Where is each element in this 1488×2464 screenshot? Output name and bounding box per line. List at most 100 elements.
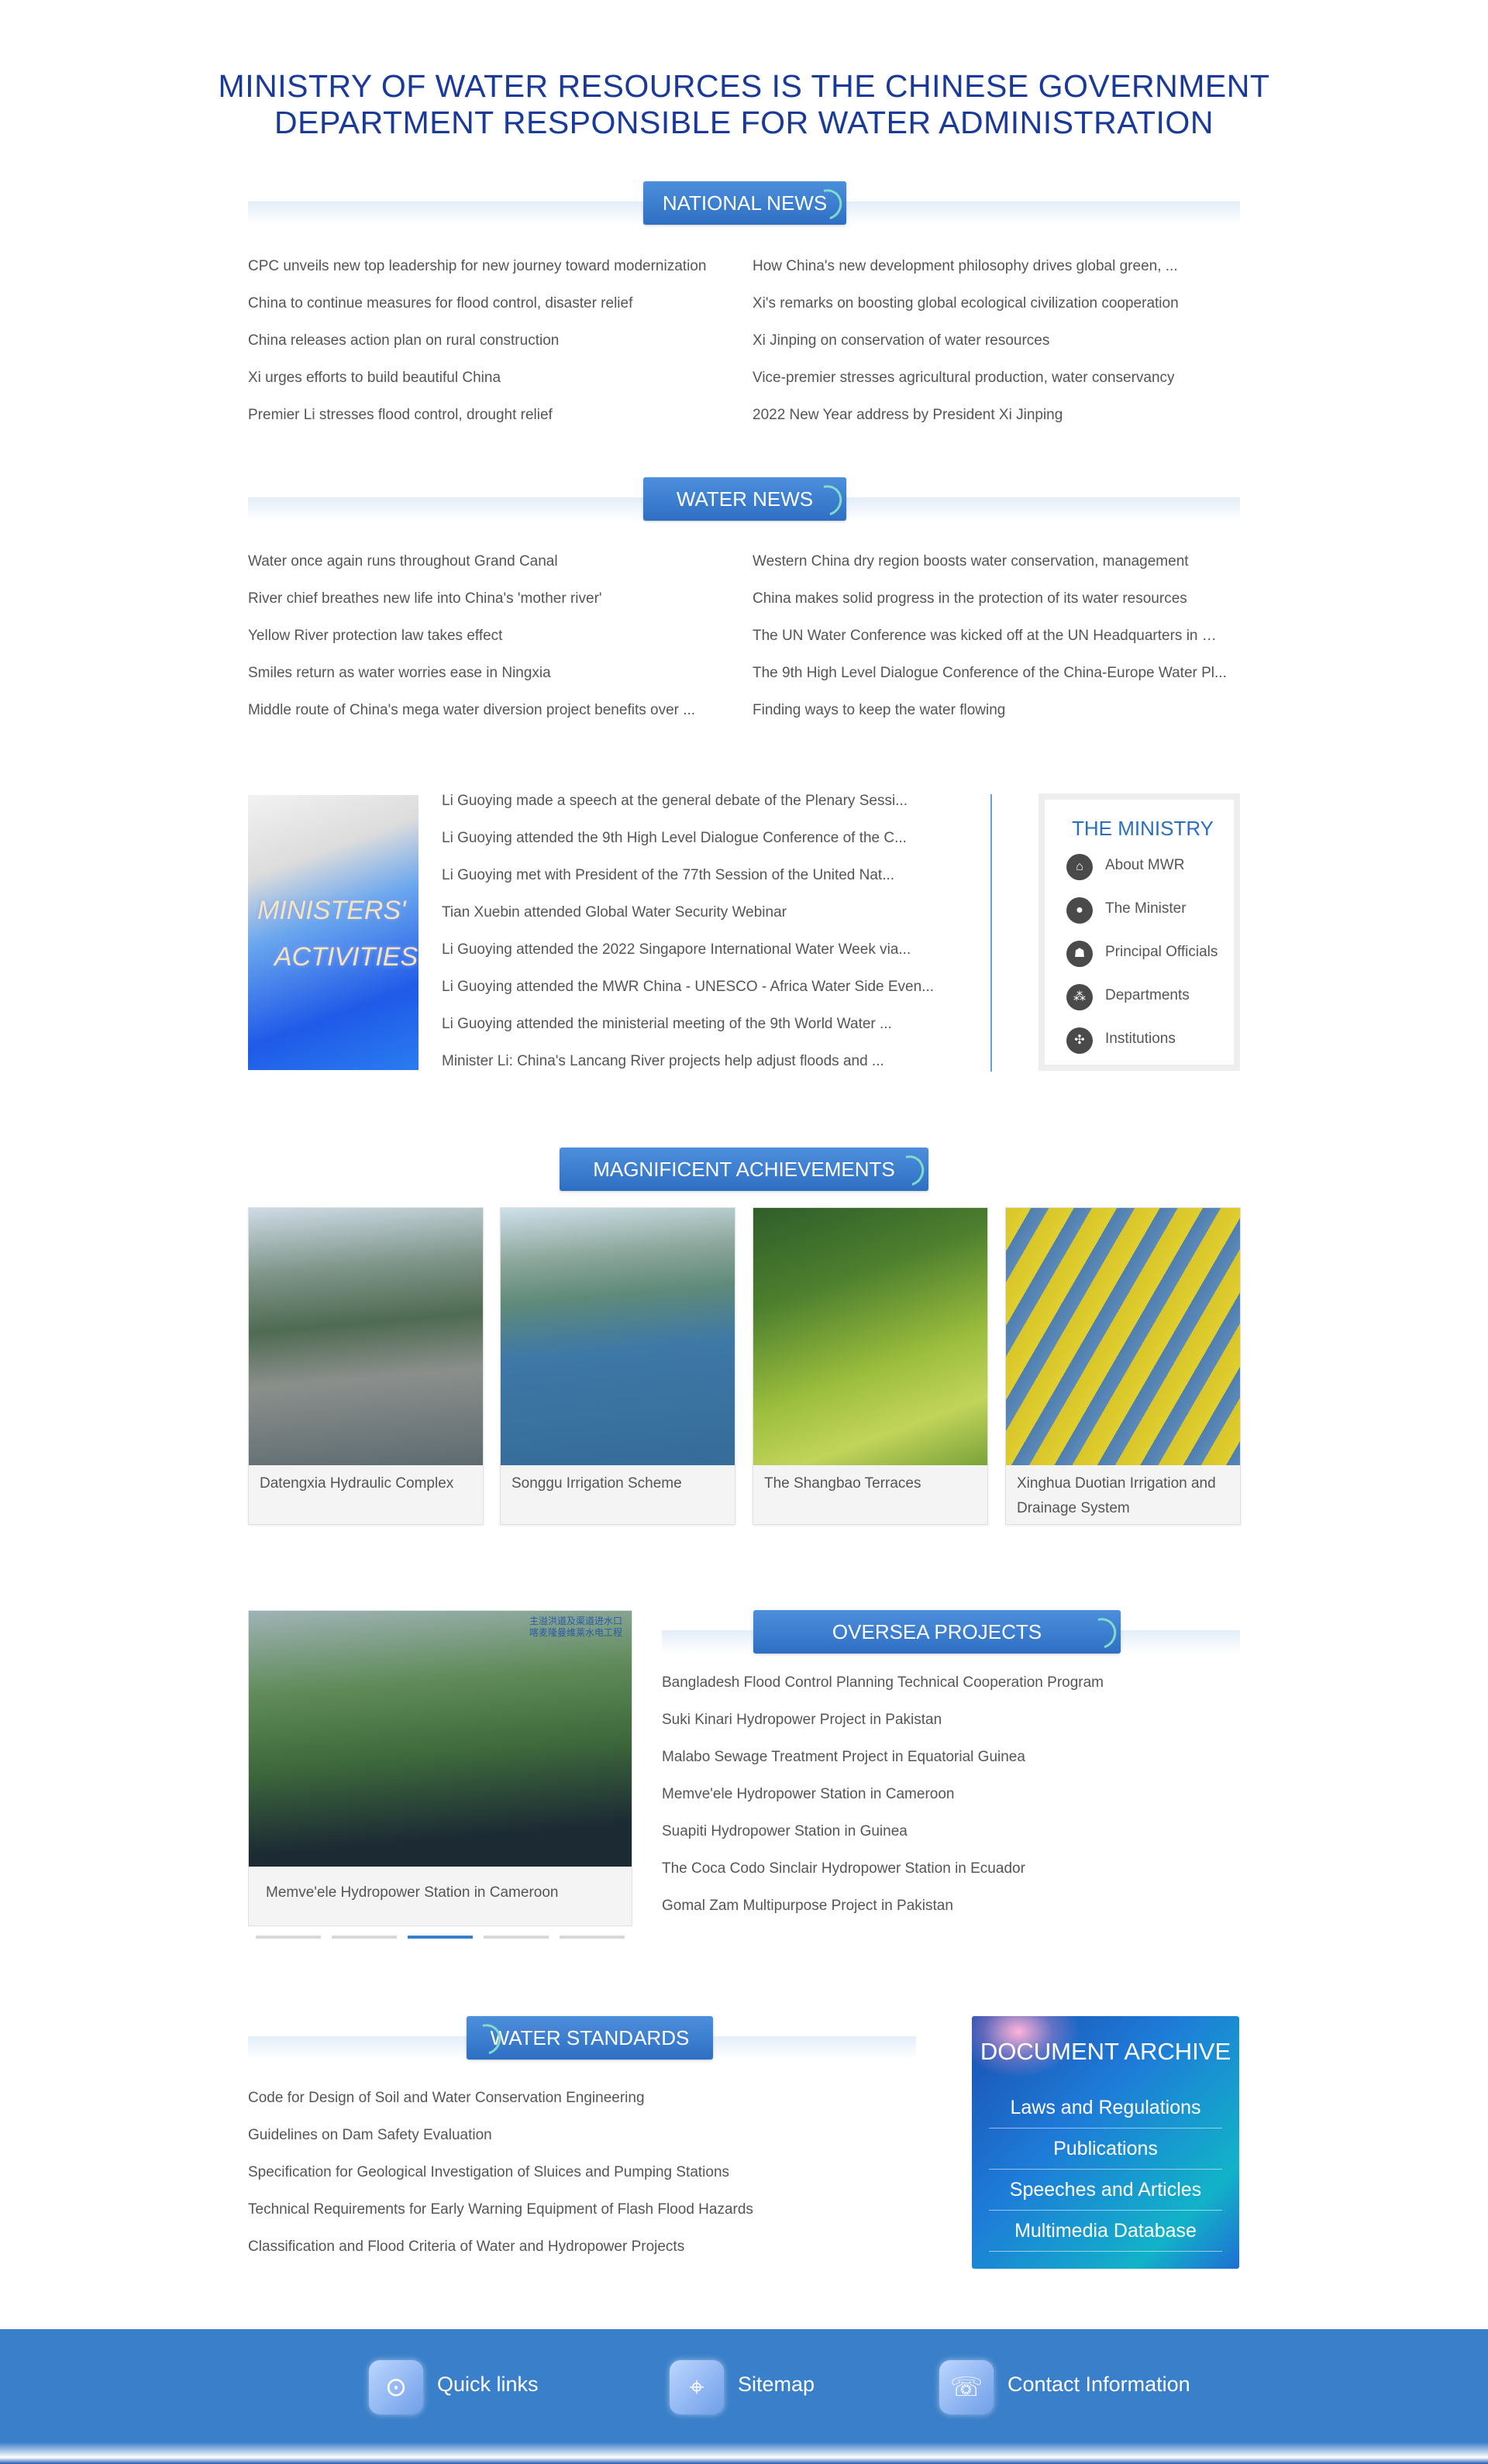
- achievement-card[interactable]: Datengxia Hydraulic Complex: [248, 1207, 484, 1525]
- standard-link[interactable]: Code for Design of Soil and Water Conser…: [248, 2087, 914, 2125]
- archive-link-multimedia[interactable]: Multimedia Database: [989, 2211, 1222, 2252]
- ministers-activities-banner[interactable]: MINISTERS' ACTIVITIES: [248, 795, 418, 1070]
- slide-indicator[interactable]: [332, 1936, 397, 1939]
- news-link[interactable]: China makes solid progress in the protec…: [753, 588, 1227, 625]
- the-ministry-panel: THE MINISTRY ⌂ About MWR ● The Minister …: [1038, 793, 1240, 1071]
- oversea-header: OVERSEA PROJECTS: [662, 1610, 1240, 1657]
- news-link[interactable]: Xi urges efforts to build beautiful Chin…: [248, 367, 722, 404]
- news-link[interactable]: How China's new development philosophy d…: [753, 256, 1227, 293]
- standard-link[interactable]: Classification and Flood Criteria of Wat…: [248, 2236, 914, 2273]
- phone-icon: ☏: [939, 2360, 994, 2414]
- divider: [990, 794, 992, 1072]
- ministry-link-label: The Minister: [1105, 900, 1187, 917]
- activity-link[interactable]: Li Guoying made a speech at the general …: [442, 790, 938, 828]
- oversea-badge[interactable]: OVERSEA PROJECTS: [753, 1610, 1122, 1654]
- archive-link-publications[interactable]: Publications: [989, 2128, 1222, 2170]
- slide-indicator-active[interactable]: [408, 1936, 473, 1939]
- footer-sitemap[interactable]: ⌖ Sitemap: [670, 2360, 832, 2418]
- network-icon: ✣: [1066, 1027, 1093, 1054]
- news-link[interactable]: The UN Water Conference was kicked off a…: [753, 625, 1227, 662]
- national-news-badge[interactable]: NATIONAL NEWS: [643, 181, 848, 225]
- achievements-badge[interactable]: MAGNIFICENT ACHIEVEMENTS: [560, 1148, 930, 1192]
- achievement-caption: Xinghua Duotian Irrigation and Drainage …: [1017, 1475, 1216, 1516]
- news-link[interactable]: Xi Jinping on conservation of water reso…: [753, 330, 1227, 367]
- swoosh-icon: [806, 184, 848, 225]
- activity-link[interactable]: Li Guoying attended the ministerial meet…: [442, 1013, 938, 1051]
- achievement-caption: Songgu Irrigation Scheme: [512, 1475, 682, 1492]
- project-link[interactable]: Malabo Sewage Treatment Project in Equat…: [662, 1746, 1240, 1784]
- footer-label: Sitemap: [738, 2373, 815, 2396]
- news-link[interactable]: Water once again runs throughout Grand C…: [248, 551, 722, 588]
- news-link[interactable]: Smiles return as water worries ease in N…: [248, 662, 722, 700]
- news-link[interactable]: Vice-premier stresses agricultural produ…: [753, 367, 1227, 404]
- slide-indicator[interactable]: [256, 1936, 321, 1939]
- ministry-link-label: Institutions: [1105, 1031, 1176, 1047]
- news-link[interactable]: Premier Li stresses flood control, droug…: [248, 404, 722, 442]
- oversea-slide-photo: 主溢洪道及渠道进水口 喀麦隆曼维莱水电工程: [249, 1611, 632, 1867]
- document-archive-panel: DOCUMENT ARCHIVE Laws and Regulations Pu…: [972, 2016, 1239, 2269]
- archive-link-laws[interactable]: Laws and Regulations: [989, 2087, 1222, 2128]
- project-link[interactable]: Bangladesh Flood Control Planning Techni…: [662, 1672, 1240, 1709]
- water-news-right-list: Western China dry region boosts water co…: [753, 551, 1227, 737]
- achievement-card[interactable]: Xinghua Duotian Irrigation and Drainage …: [1005, 1207, 1241, 1525]
- page-title-line-1: MINISTRY OF WATER RESOURCES IS THE CHINE…: [218, 68, 1270, 104]
- national-news-right-list: How China's new development philosophy d…: [753, 256, 1227, 442]
- national-news-header: NATIONAL NEWS: [248, 181, 1240, 228]
- activity-link[interactable]: Li Guoying met with President of the 77t…: [442, 865, 938, 902]
- map-pin-icon: ⌖: [670, 2360, 724, 2414]
- activity-link[interactable]: Li Guoying attended the 9th High Level D…: [442, 828, 938, 865]
- standard-link[interactable]: Technical Requirements for Early Warning…: [248, 2199, 914, 2236]
- activity-link[interactable]: Li Guoying attended the 2022 Singapore I…: [442, 939, 938, 976]
- project-link[interactable]: The Coca Codo Sinclair Hydropower Statio…: [662, 1858, 1240, 1895]
- news-link[interactable]: CPC unveils new top leadership for new j…: [248, 256, 722, 293]
- page-title: MINISTRY OF WATER RESOURCES IS THE CHINE…: [0, 68, 1488, 141]
- project-link[interactable]: Suki Kinari Hydropower Project in Pakist…: [662, 1709, 1240, 1746]
- slide-indicator[interactable]: [484, 1936, 549, 1939]
- achievement-photo: [753, 1208, 987, 1465]
- slide-indicator[interactable]: [560, 1936, 625, 1939]
- oversea-slide-tag-line-1: 主溢洪道及渠道进水口: [529, 1616, 622, 1626]
- oversea-label: OVERSEA PROJECTS: [832, 1620, 1042, 1643]
- achievement-caption: Datengxia Hydraulic Complex: [260, 1475, 454, 1492]
- news-link[interactable]: The 9th High Level Dialogue Conference o…: [753, 662, 1227, 700]
- project-link[interactable]: Memve'ele Hydropower Station in Cameroon: [662, 1784, 1240, 1821]
- news-link[interactable]: 2022 New Year address by President Xi Ji…: [753, 404, 1227, 442]
- oversea-projects-list: Bangladesh Flood Control Planning Techni…: [662, 1672, 1240, 1932]
- activity-link[interactable]: Tian Xuebin attended Global Water Securi…: [442, 902, 938, 939]
- news-link[interactable]: China to continue measures for flood con…: [248, 293, 722, 330]
- swoosh-icon: [465, 2018, 507, 2060]
- project-link[interactable]: Suapiti Hydropower Station in Guinea: [662, 1821, 1240, 1858]
- standard-link[interactable]: Guidelines on Dam Safety Evaluation: [248, 2125, 914, 2162]
- news-link[interactable]: River chief breathes new life into China…: [248, 588, 722, 625]
- activity-link[interactable]: Li Guoying attended the MWR China - UNES…: [442, 976, 938, 1013]
- ministry-link-label: About MWR: [1105, 857, 1185, 873]
- group-icon: ☗: [1066, 941, 1093, 967]
- activity-link[interactable]: Minister Li: China's Lancang River proje…: [442, 1051, 938, 1088]
- footer: ⊙ Quick links ⌖ Sitemap ☏ Contact Inform…: [0, 2329, 1488, 2464]
- ministry-link-label: Departments: [1105, 987, 1190, 1003]
- swoosh-icon: [888, 1150, 930, 1192]
- national-news-label: NATIONAL NEWS: [662, 191, 828, 215]
- page-title-line-2: DEPARTMENT RESPONSIBLE FOR WATER ADMINIS…: [274, 105, 1214, 140]
- news-link[interactable]: Yellow River protection law takes effect: [248, 625, 722, 662]
- water-news-badge[interactable]: WATER NEWS: [643, 477, 848, 521]
- news-link[interactable]: Middle route of China's mega water diver…: [248, 700, 722, 737]
- footer-contact[interactable]: ☏ Contact Information: [939, 2360, 1218, 2418]
- standards-badge[interactable]: WATER STANDARDS: [465, 2016, 713, 2060]
- achievement-card[interactable]: Songgu Irrigation Scheme: [500, 1207, 735, 1525]
- water-news-label: WATER NEWS: [676, 487, 814, 511]
- achievement-photo: [1006, 1208, 1240, 1465]
- achievement-card[interactable]: The Shangbao Terraces: [753, 1207, 988, 1525]
- news-link[interactable]: China releases action plan on rural cons…: [248, 330, 722, 367]
- project-link[interactable]: Gomal Zam Multipurpose Project in Pakist…: [662, 1895, 1240, 1932]
- oversea-slideshow[interactable]: 主溢洪道及渠道进水口 喀麦隆曼维莱水电工程 Memve'ele Hydropow…: [248, 1610, 632, 1926]
- news-link[interactable]: Finding ways to keep the water flowing: [753, 700, 1227, 737]
- footer-label: Contact Information: [1008, 2373, 1190, 2396]
- news-link[interactable]: Xi's remarks on boosting global ecologic…: [753, 293, 1227, 330]
- footer-quick-links[interactable]: ⊙ Quick links: [369, 2360, 563, 2418]
- archive-link-speeches[interactable]: Speeches and Articles: [989, 2170, 1222, 2211]
- standard-link[interactable]: Specification for Geological Investigati…: [248, 2162, 914, 2199]
- person-icon: ●: [1066, 897, 1093, 924]
- news-link[interactable]: Western China dry region boosts water co…: [753, 551, 1227, 588]
- the-ministry-title: THE MINISTRY: [1072, 817, 1214, 840]
